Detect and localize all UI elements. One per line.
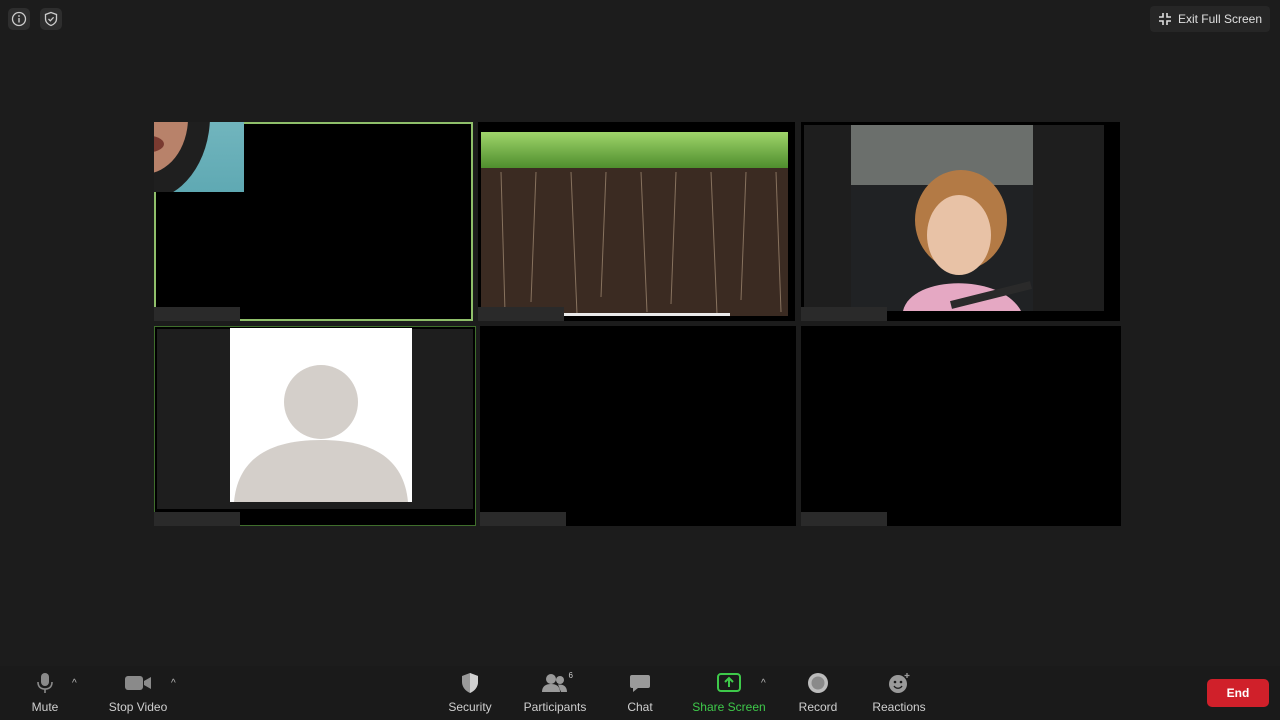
video-camera-icon — [125, 676, 151, 690]
audio-options-chevron-icon[interactable]: ^ — [72, 678, 77, 689]
participant-video-tile[interactable] — [480, 326, 796, 526]
video-options-chevron-icon[interactable]: ^ — [171, 678, 176, 689]
share-screen-label: Share Screen — [692, 700, 766, 714]
share-screen-button[interactable]: Share Screen — [690, 666, 768, 720]
record-button[interactable]: Record — [795, 666, 841, 720]
encryption-shield-icon[interactable] — [40, 8, 62, 30]
exit-full-screen-icon — [1158, 13, 1171, 25]
record-label: Record — [798, 700, 838, 714]
video-progress-bar — [564, 313, 730, 316]
participant-video-tile[interactable] — [154, 326, 476, 526]
participant-name-tag — [801, 307, 887, 321]
participants-button[interactable]: 6 Participants — [520, 666, 590, 720]
exit-full-screen-button[interactable]: Exit Full Screen — [1149, 6, 1270, 32]
participant-name-tag — [154, 307, 240, 321]
participant-video — [851, 125, 1033, 311]
participant-video-tile[interactable] — [154, 122, 473, 321]
participant-name-tag — [480, 512, 566, 526]
participant-video-tile[interactable] — [478, 122, 795, 321]
participant-name-tag — [154, 512, 240, 526]
participants-count-badge: 6 — [568, 671, 573, 680]
reaction-emoji-icon — [889, 673, 910, 693]
participant-video-tile[interactable] — [801, 122, 1120, 321]
stop-video-button[interactable]: Stop Video — [104, 666, 172, 720]
stop-video-label: Stop Video — [108, 700, 168, 714]
microphone-icon — [37, 673, 53, 693]
reactions-label: Reactions — [872, 700, 926, 714]
top-left-icons — [8, 8, 62, 30]
reactions-button[interactable]: Reactions — [869, 666, 929, 720]
mute-label: Mute — [31, 700, 59, 714]
info-icon[interactable] — [8, 8, 30, 30]
security-label: Security — [448, 700, 492, 714]
participant-video — [481, 132, 788, 316]
participant-video — [154, 122, 244, 192]
participant-name-tag — [478, 307, 564, 321]
participants-icon — [542, 674, 567, 692]
record-icon — [808, 673, 828, 693]
exit-full-screen-label: Exit Full Screen — [1177, 12, 1262, 26]
security-button[interactable]: Security — [445, 666, 495, 720]
mute-button[interactable]: Mute — [22, 666, 68, 720]
default-avatar-icon — [230, 328, 412, 502]
chat-label: Chat — [627, 700, 653, 714]
end-meeting-button[interactable]: End — [1207, 679, 1269, 707]
chat-button[interactable]: Chat — [624, 666, 656, 720]
participant-video-tile[interactable] — [801, 326, 1121, 526]
participants-label: Participants — [523, 700, 587, 714]
participant-name-tag — [801, 512, 887, 526]
shield-icon — [462, 673, 478, 693]
share-screen-icon — [717, 673, 741, 692]
share-options-chevron-icon[interactable]: ^ — [761, 678, 766, 689]
chat-bubble-icon — [630, 675, 650, 692]
meeting-controls-bar: Mute ^ Stop Video ^ Security 6 Participa… — [0, 666, 1280, 720]
